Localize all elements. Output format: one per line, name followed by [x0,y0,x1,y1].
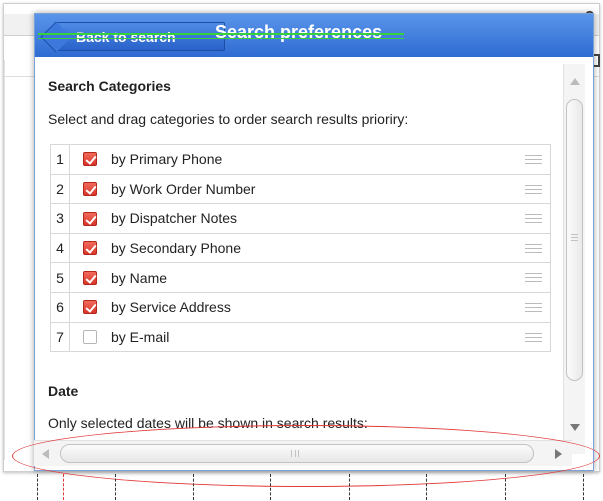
dialog-header: Back to search Search preferences [35,14,593,57]
grip-icon [291,450,299,457]
drag-handle-icon[interactable] [525,302,542,312]
category-label: by E-mail [111,328,170,345]
category-checkbox[interactable] [83,211,97,226]
annotation-green-line [38,38,404,39]
scroll-down-icon[interactable] [570,424,580,431]
vertical-scrollbar[interactable] [563,64,585,454]
category-row[interactable]: 6 by Service Address [50,291,551,323]
category-cell: by Work Order Number [69,173,551,205]
category-label: by Work Order Number [111,180,256,197]
search-categories-title: Search Categories [48,78,171,94]
category-cell: by Service Address [69,291,551,323]
drag-handle-icon[interactable] [525,184,542,194]
category-checkbox[interactable] [83,300,97,315]
category-row[interactable]: 3 by Dispatcher Notes [50,203,551,234]
back-to-search-button[interactable]: Back to search [40,21,225,53]
category-label: by Primary Phone [111,151,223,168]
category-cell: by E-mail [69,321,551,353]
column-marker [505,474,506,500]
category-number: 2 [50,173,70,205]
categories-table: 1 by Primary Phone 2 by Work Order Numbe… [50,144,551,353]
category-checkbox[interactable] [83,182,97,197]
dialog-content: Search Categories Select and drag catego… [35,57,559,447]
horizontal-scroll-thumb[interactable] [60,444,534,463]
category-label: by Dispatcher Notes [111,210,238,227]
category-number: 5 [50,262,70,293]
column-marker [37,474,38,500]
category-checkbox[interactable] [83,152,97,167]
category-label: by Service Address [111,299,231,316]
date-section-title: Date [48,383,79,399]
category-row[interactable]: 1 by Primary Phone [50,144,551,175]
search-preferences-dialog: Back to search Search preferences Search… [34,13,594,471]
column-marker [193,474,194,500]
category-cell: by Dispatcher Notes [69,203,551,234]
drag-handle-icon[interactable] [525,243,542,253]
category-label: by Secondary Phone [111,239,241,256]
horizontal-scrollbar[interactable] [34,440,572,466]
drag-handle-icon[interactable] [525,332,542,342]
column-marker [115,474,116,500]
annotation-green-line [38,33,404,35]
scroll-up-icon[interactable] [570,78,580,85]
category-cell: by Secondary Phone [69,232,551,264]
category-number: 3 [50,203,70,234]
category-row[interactable]: 4 by Secondary Phone [50,232,551,264]
category-cell: by Primary Phone [69,144,551,175]
drag-handle-icon[interactable] [525,273,542,283]
category-checkbox[interactable] [83,270,97,285]
column-marker [270,474,271,500]
vertical-scroll-thumb[interactable] [566,99,583,381]
drag-handle-icon[interactable] [525,214,542,224]
category-checkbox[interactable] [83,330,97,344]
category-number: 4 [50,232,70,264]
column-marker [583,474,584,500]
background-divider [4,60,5,460]
category-row[interactable]: 5 by Name [50,262,551,293]
category-row[interactable]: 7 by E-mail [50,321,551,353]
category-checkbox[interactable] [83,241,97,256]
category-cell: by Name [69,262,551,293]
date-section-description: Only selected dates will be shown in sea… [48,415,368,431]
category-number: 7 [50,321,70,353]
drag-handle-icon[interactable] [525,155,542,164]
search-categories-description: Select and drag categories to order sear… [48,111,409,127]
back-to-search-label: Back to search [76,29,176,45]
back-arrow-icon [40,21,72,53]
category-label: by Name [111,269,168,286]
scroll-right-icon[interactable] [555,449,562,459]
grip-icon [571,234,578,241]
column-marker [426,474,427,500]
scroll-left-icon[interactable] [42,449,49,459]
column-marker [349,474,350,500]
category-number: 6 [50,291,70,323]
category-number: 1 [50,144,70,175]
category-row[interactable]: 2 by Work Order Number [50,173,551,205]
column-marker [63,474,64,500]
